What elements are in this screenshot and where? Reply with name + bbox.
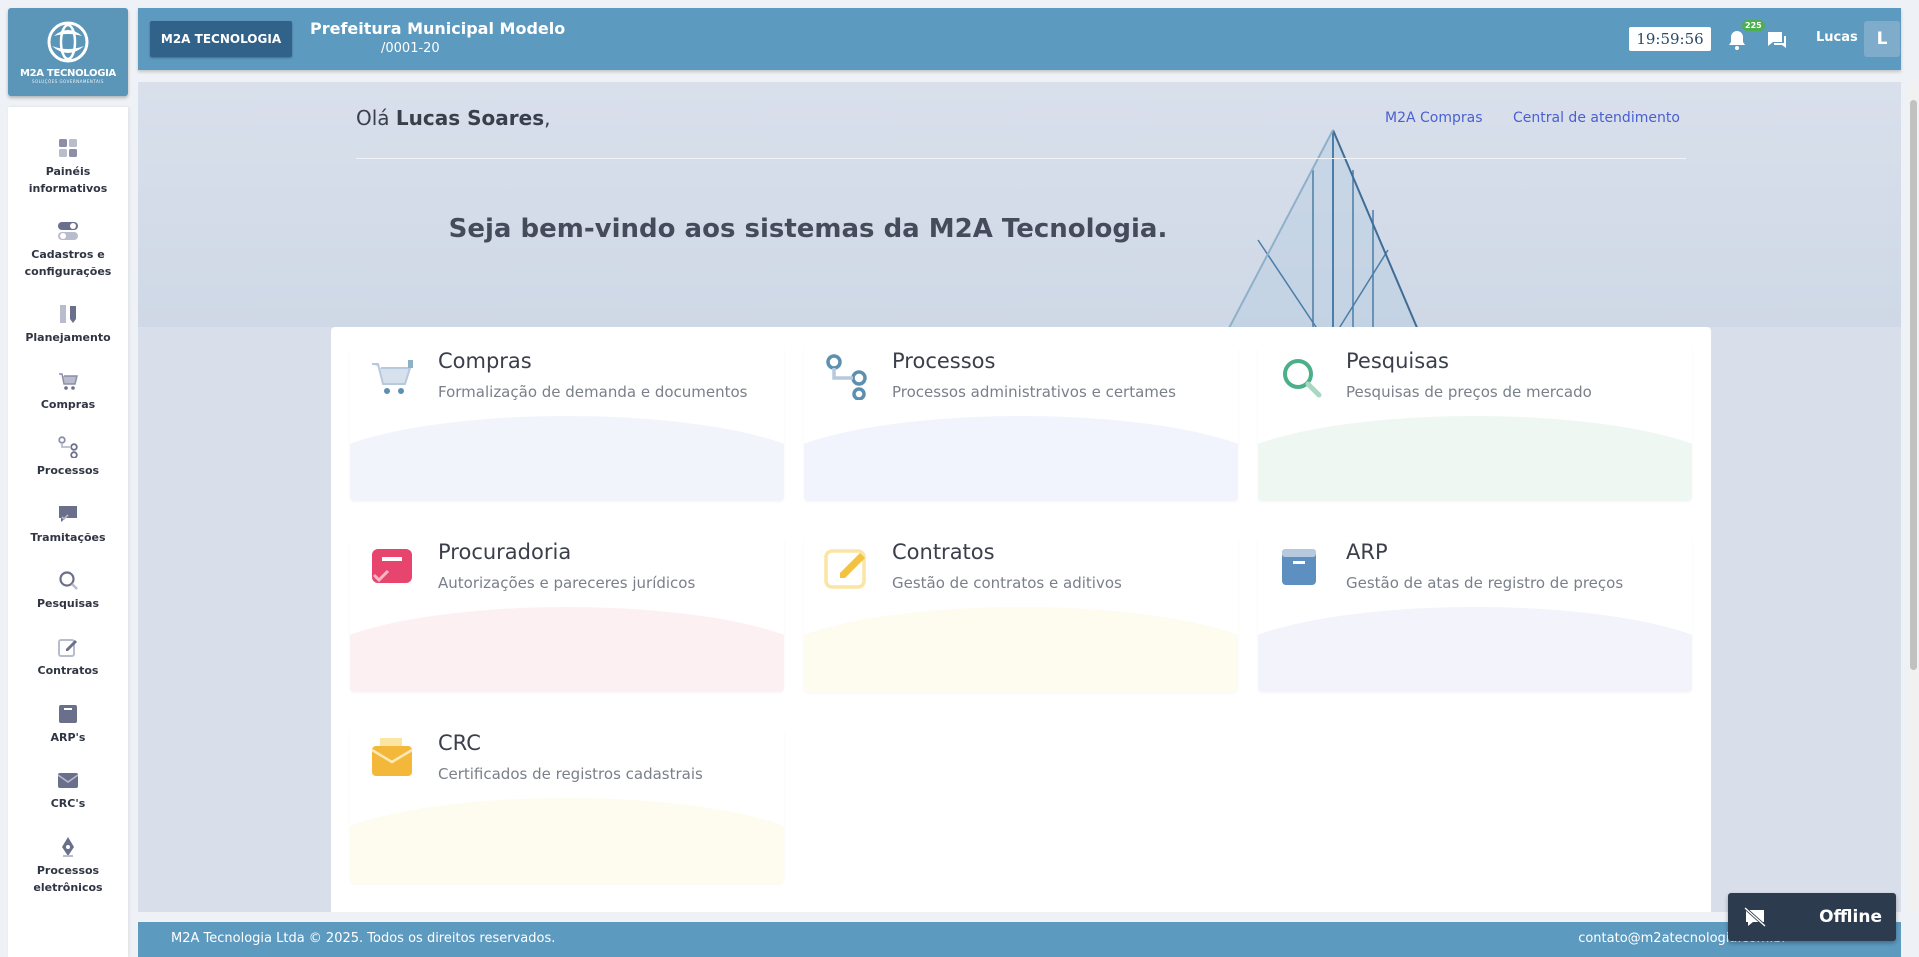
sidebar-item-planejamento[interactable]: Planejamento <box>8 303 128 346</box>
card-arp[interactable]: ARP Gestão de atas de registro de preços <box>1258 537 1692 692</box>
card-wave <box>350 798 784 883</box>
card-wave <box>350 607 784 692</box>
archive-icon <box>57 703 79 725</box>
card-title: CRC <box>438 731 481 755</box>
archive-icon <box>1282 549 1316 585</box>
scrollbar-thumb[interactable] <box>1910 100 1917 670</box>
footer-copyright: M2A Tecnologia Ltda © 2025. Todos os dir… <box>171 931 556 946</box>
org-name: Prefeitura Municipal Modelo <box>310 19 566 38</box>
card-wave <box>350 416 784 501</box>
sidebar-item-label: Processos <box>36 464 100 477</box>
card-crc[interactable]: CRC Certificados de registros cadastrais <box>350 728 784 883</box>
topbar: M2A TECNOLOGIA Prefeitura Municipal Mode… <box>138 8 1901 70</box>
sidebar-item-arps[interactable]: ARP's <box>8 703 128 746</box>
welcome-title: Seja bem-vindo aos sistemas da M2A Tecno… <box>448 214 1168 244</box>
card-contratos[interactable]: Contratos Gestão de contratos e aditivos <box>804 537 1238 692</box>
card-processos[interactable]: Processos Processos administrativos e ce… <box>804 346 1238 501</box>
sidebar-item-cadastros[interactable]: Cadastros e configurações <box>8 220 128 280</box>
sidebar-item-label: Painéis informativos <box>28 165 108 195</box>
sidebar-item-label: Planejamento <box>25 331 111 344</box>
card-subtitle: Gestão de atas de registro de preços <box>1346 574 1624 592</box>
sidebar-item-label: Pesquisas <box>36 597 100 610</box>
logo[interactable]: M2A TECNOLOGIA SOLUÇÕES GOVERNAMENTAIS <box>8 8 128 96</box>
toggle-icon <box>57 220 79 242</box>
greeting-user: Lucas Soares <box>395 106 545 130</box>
greeting: Olá Lucas Soares, <box>356 106 551 130</box>
sidebar-item-processos[interactable]: Processos <box>8 436 128 479</box>
legal-icon <box>372 549 412 583</box>
sidebar-item-label: Compras <box>40 398 96 411</box>
card-subtitle: Certificados de registros cadastrais <box>438 765 703 783</box>
cart-icon <box>57 370 79 392</box>
link-central-atendimento[interactable]: Central de atendimento <box>1513 110 1680 126</box>
globe-logo-icon <box>47 21 89 63</box>
cart-icon <box>372 360 413 394</box>
sidebar-item-paineis[interactable]: Painéis informativos <box>8 137 128 197</box>
card-compras[interactable]: Compras Formalização de demanda e docume… <box>350 346 784 501</box>
sidebar-item-contratos[interactable]: Contratos <box>8 636 128 679</box>
bell-icon[interactable] <box>1726 29 1748 51</box>
sidebar-item-label: Contratos <box>37 664 99 677</box>
envelope-icon <box>57 769 79 791</box>
card-subtitle: Autorizações e pareceres jurídicos <box>438 574 696 592</box>
sidebar-item-label: ARP's <box>50 731 86 744</box>
card-subtitle: Processos administrativos e certames <box>892 383 1176 401</box>
sidebar-item-compras[interactable]: Compras <box>8 370 128 413</box>
card-title: Compras <box>438 349 532 373</box>
card-title: Processos <box>892 349 996 373</box>
pen-nib-icon <box>57 836 79 858</box>
edit-icon <box>57 636 79 658</box>
process-icon <box>57 436 79 458</box>
chat-off-icon <box>1744 906 1766 928</box>
logo-tagline: SOLUÇÕES GOVERNAMENTAIS <box>32 79 104 84</box>
notification-badge: 225 <box>1742 20 1765 31</box>
card-title: ARP <box>1346 540 1388 564</box>
envelope-icon <box>371 738 413 776</box>
systems-panel: Compras Formalização de demanda e docume… <box>331 327 1711 912</box>
org-cnpj: /0001-20 <box>381 41 440 56</box>
sidebar-item-label: Tramitações <box>30 531 106 544</box>
sidebar-item-tramitacoes[interactable]: Tramitações <box>8 503 128 546</box>
logo-brand: M2A TECNOLOGIA <box>20 68 116 79</box>
card-wave <box>1258 607 1692 692</box>
search-icon <box>57 569 79 591</box>
clock: 19:59:56 <box>1629 27 1711 51</box>
offline-chat-button[interactable]: Offline <box>1728 893 1896 941</box>
card-title: Pesquisas <box>1346 349 1450 373</box>
sidebar: Painéis informativos Cadastros e configu… <box>8 107 128 957</box>
chat-icon[interactable] <box>1766 29 1788 51</box>
card-subtitle: Pesquisas de preços de mercado <box>1346 383 1592 401</box>
divider <box>356 158 1686 159</box>
sidebar-item-label: Processos eletrônicos <box>33 864 103 894</box>
user-name[interactable]: Lucas <box>1816 30 1858 45</box>
card-wave <box>804 416 1238 501</box>
sidebar-item-label: Cadastros e configurações <box>24 248 112 278</box>
sidebar-item-crcs[interactable]: CRC's <box>8 769 128 812</box>
pencil-ruler-icon <box>57 303 79 325</box>
process-icon <box>826 354 867 400</box>
card-wave <box>1258 416 1692 501</box>
edit-icon <box>824 549 866 589</box>
search-icon <box>1283 359 1322 398</box>
card-procuradoria[interactable]: Procuradoria Autorizações e pareceres ju… <box>350 537 784 692</box>
message-check-icon <box>57 503 79 525</box>
link-m2a-compras[interactable]: M2A Compras <box>1385 110 1483 126</box>
card-wave <box>804 607 1238 692</box>
sidebar-item-pesquisas[interactable]: Pesquisas <box>8 569 128 612</box>
main-content: Olá Lucas Soares, M2A Compras Central de… <box>138 82 1901 912</box>
offline-label: Offline <box>1819 907 1882 927</box>
card-subtitle: Formalização de demanda e documentos <box>438 383 748 401</box>
company-chip[interactable]: M2A TECNOLOGIA <box>150 21 292 57</box>
card-title: Procuradoria <box>438 540 572 564</box>
sidebar-item-processos-eletronicos[interactable]: Processos eletrônicos <box>8 836 128 896</box>
footer: M2A Tecnologia Ltda © 2025. Todos os dir… <box>138 922 1901 957</box>
card-subtitle: Gestão de contratos e aditivos <box>892 574 1122 592</box>
card-pesquisas[interactable]: Pesquisas Pesquisas de preços de mercado <box>1258 346 1692 501</box>
avatar[interactable]: L <box>1864 21 1900 57</box>
card-title: Contratos <box>892 540 995 564</box>
dashboard-icon <box>57 137 79 159</box>
sidebar-item-label: CRC's <box>50 797 86 810</box>
